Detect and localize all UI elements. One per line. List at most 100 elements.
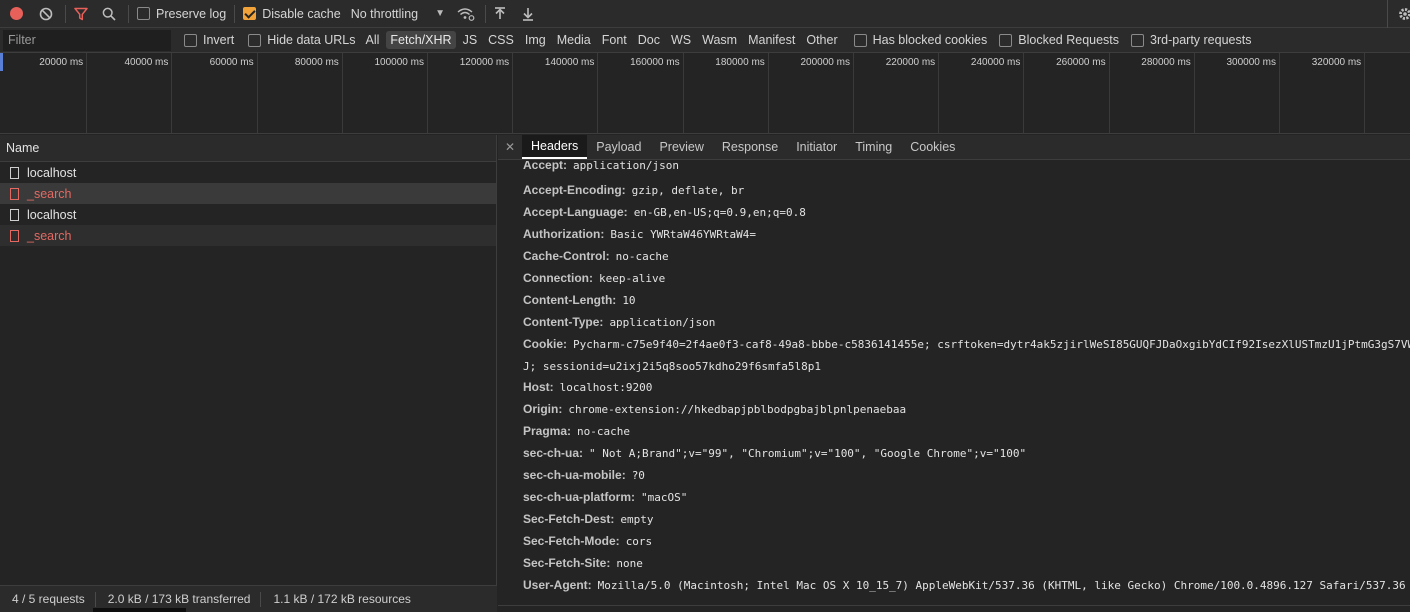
header-row: Cache-Control: no-cache bbox=[523, 245, 1410, 268]
tab-payload[interactable]: Payload bbox=[587, 135, 650, 159]
third-party-check[interactable] bbox=[1131, 33, 1145, 47]
timeline-tick-label: 220000 ms bbox=[885, 57, 936, 68]
filter-type-doc[interactable]: Doc bbox=[634, 31, 664, 49]
disable-cache-checkbox[interactable]: Disable cache bbox=[243, 7, 341, 21]
filter-type-other[interactable]: Other bbox=[802, 31, 841, 49]
toolbar-divider bbox=[128, 4, 129, 23]
header-name: Host: bbox=[523, 380, 554, 394]
filter-toggle-button[interactable] bbox=[74, 0, 88, 28]
has-blocked-cookies-checkbox[interactable]: Has blocked cookies bbox=[853, 33, 987, 47]
header-row-continuation: J; sessionid=u2ixj2i5q8soo57kdho29f6smfa… bbox=[523, 355, 1410, 378]
filter-input[interactable] bbox=[3, 29, 171, 51]
request-row[interactable]: _search bbox=[0, 225, 496, 246]
disable-cache-label: Disable cache bbox=[262, 6, 341, 21]
hide-data-urls-checkbox[interactable]: Hide data URLs bbox=[248, 33, 356, 47]
import-har-button[interactable] bbox=[494, 0, 506, 28]
timeline-tick-label: 320000 ms bbox=[1311, 57, 1362, 68]
request-row[interactable]: _search bbox=[0, 183, 496, 204]
filter-type-css[interactable]: CSS bbox=[484, 31, 518, 49]
request-row[interactable]: localhost bbox=[0, 162, 496, 183]
header-value: no-cache bbox=[577, 425, 631, 438]
header-row: Sec-Fetch-Dest: empty bbox=[523, 508, 1410, 531]
header-value: chrome-extension://hkedbapjpblbodpgbajbl… bbox=[568, 403, 907, 416]
filter-type-manifest[interactable]: Manifest bbox=[744, 31, 799, 49]
transferred-size: 2.0 kB / 173 kB transferred bbox=[96, 591, 262, 607]
header-value: en-GB,en-US;q=0.9,en;q=0.8 bbox=[633, 206, 806, 219]
header-row: Host: localhost:9200 bbox=[523, 376, 1410, 399]
blocked-requests-check[interactable] bbox=[999, 33, 1013, 47]
timeline-tick-label: 140000 ms bbox=[544, 57, 595, 68]
throttling-value: No throttling bbox=[350, 6, 419, 21]
toolbar-divider bbox=[485, 4, 487, 23]
wifi-settings-icon bbox=[457, 7, 475, 21]
header-value: empty bbox=[620, 513, 654, 526]
network-conditions-button[interactable] bbox=[457, 0, 475, 28]
request-row[interactable]: localhost bbox=[0, 204, 496, 225]
request-count: 4 / 5 requests bbox=[0, 591, 96, 607]
header-row: Sec-Fetch-Site: none bbox=[523, 552, 1410, 575]
timeline-tick: 34 bbox=[1365, 53, 1410, 133]
timeline-tick: 180000 ms bbox=[684, 53, 769, 133]
invert-checkbox[interactable]: Invert bbox=[184, 33, 234, 47]
header-value: Pycharm-c75e9f40=2f4ae0f3-caf8-49a8-bbbe… bbox=[573, 338, 1410, 351]
blocked-requests-checkbox[interactable]: Blocked Requests bbox=[999, 33, 1119, 47]
filter-type-js[interactable]: JS bbox=[459, 31, 482, 49]
header-row: Accept-Language: en-GB,en-US;q=0.9,en;q=0… bbox=[523, 201, 1410, 224]
request-name: _search bbox=[27, 228, 72, 243]
timeline-tick: 80000 ms bbox=[258, 53, 343, 133]
invert-check[interactable] bbox=[184, 33, 197, 47]
hide-data-urls-check[interactable] bbox=[248, 33, 262, 47]
header-name: sec-ch-ua-mobile: bbox=[523, 468, 626, 482]
file-icon bbox=[10, 187, 19, 200]
timeline-tick-label: 120000 ms bbox=[459, 57, 510, 68]
request-name: localhost bbox=[27, 207, 77, 222]
clear-button[interactable] bbox=[39, 0, 53, 28]
header-value: "macOS" bbox=[641, 491, 688, 504]
third-party-checkbox[interactable]: 3rd-party requests bbox=[1131, 33, 1251, 47]
header-row: User-Agent: Mozilla/5.0 (Macintosh; Intel… bbox=[523, 574, 1410, 597]
header-name: Cache-Control: bbox=[523, 249, 610, 263]
filter-bar: Invert Hide data URLs All Fetch/XHR JS C… bbox=[0, 28, 1410, 53]
has-blocked-cookies-check[interactable] bbox=[853, 33, 867, 47]
tab-initiator[interactable]: Initiator bbox=[787, 135, 846, 159]
header-row: Sec-Fetch-Mode: cors bbox=[523, 530, 1410, 553]
header-name: sec-ch-ua-platform: bbox=[523, 490, 636, 504]
header-name: Accept: bbox=[523, 161, 568, 172]
name-column-header[interactable]: Name bbox=[0, 135, 496, 162]
export-har-button[interactable] bbox=[522, 0, 534, 28]
filter-type-font[interactable]: Font bbox=[598, 31, 631, 49]
filter-type-ws[interactable]: WS bbox=[667, 31, 695, 49]
close-icon[interactable]: ✕ bbox=[498, 135, 522, 159]
chevron-down-icon: ▼ bbox=[435, 8, 446, 19]
filter-type-img[interactable]: Img bbox=[521, 31, 550, 49]
toolbar-divider bbox=[65, 4, 66, 23]
header-row: Content-Length: 10 bbox=[523, 289, 1410, 312]
throttling-select[interactable]: No throttling ▼ bbox=[351, 7, 445, 21]
header-value: Mozilla/5.0 (Macintosh; Intel Mac OS X 1… bbox=[597, 579, 1406, 592]
tab-headers[interactable]: Headers bbox=[522, 135, 588, 159]
preserve-log-check[interactable] bbox=[137, 7, 150, 20]
timeline-overview[interactable]: 20000 ms 40000 ms 60000 ms 80000 ms 100000 m… bbox=[0, 53, 1410, 134]
filter-type-media[interactable]: Media bbox=[553, 31, 595, 49]
header-value: application/json bbox=[573, 161, 679, 172]
tab-cookies[interactable]: Cookies bbox=[901, 135, 964, 159]
header-value: " Not A;Brand";v="99", "Chromium";v="100… bbox=[589, 447, 1027, 460]
tab-timing[interactable]: Timing bbox=[846, 135, 901, 159]
tab-response[interactable]: Response bbox=[713, 135, 787, 159]
disable-cache-check[interactable] bbox=[243, 7, 257, 20]
preserve-log-checkbox[interactable]: Preserve log bbox=[137, 7, 226, 21]
search-button[interactable] bbox=[102, 0, 116, 28]
upload-icon bbox=[495, 6, 506, 19]
filter-type-wasm[interactable]: Wasm bbox=[698, 31, 741, 49]
timeline-tick-label: 100000 ms bbox=[374, 57, 424, 68]
timeline-tick-label: 160000 ms bbox=[630, 57, 680, 68]
tab-preview[interactable]: Preview bbox=[650, 135, 712, 159]
network-settings-button[interactable] bbox=[1398, 0, 1410, 28]
timeline-tick: 260000 ms bbox=[1024, 53, 1110, 133]
record-button[interactable] bbox=[10, 0, 23, 28]
filter-type-all[interactable]: All bbox=[362, 31, 384, 49]
timeline-tick: 160000 ms bbox=[598, 53, 684, 133]
filter-type-fetch-xhr[interactable]: Fetch/XHR bbox=[386, 31, 456, 49]
gear-icon bbox=[1399, 8, 1410, 20]
timeline-tick-label: 40000 ms bbox=[124, 57, 169, 68]
